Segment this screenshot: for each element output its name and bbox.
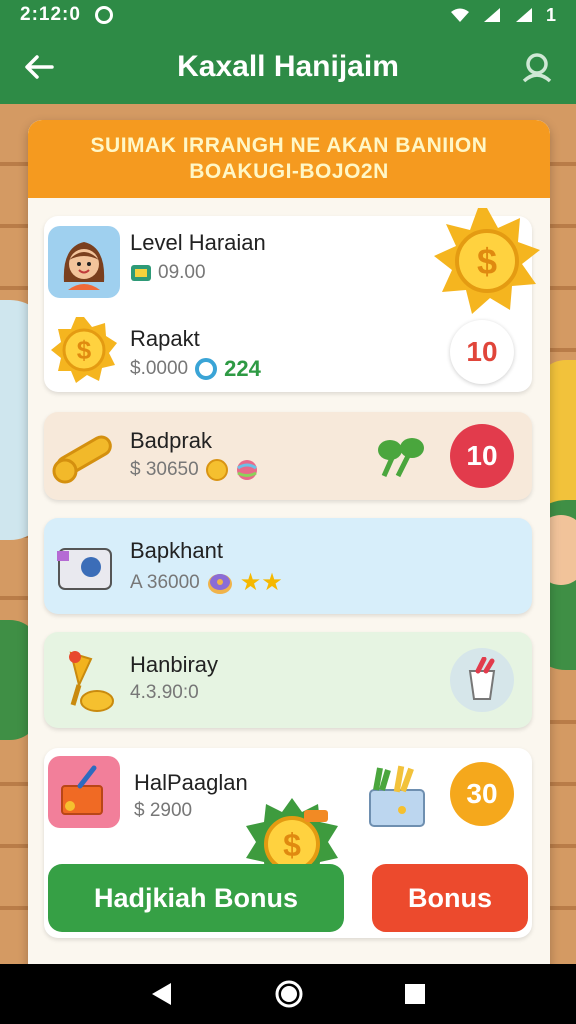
item-value: 09.00	[158, 262, 206, 283]
item-name: HalPaaglan	[134, 770, 248, 795]
back-button[interactable]	[22, 50, 56, 84]
signal-icon	[483, 8, 500, 22]
ticket-icon	[131, 265, 151, 281]
sun-coin-icon: $	[434, 208, 540, 314]
reward-card[interactable]: Badprak $ 30650 10	[44, 412, 532, 500]
reward-badge: 10	[450, 424, 514, 488]
wifi-icon	[450, 8, 469, 22]
item-value-row: 4.3.90:0	[130, 682, 199, 704]
item-name: Rapakt	[130, 326, 200, 351]
girl-avatar-icon	[48, 226, 120, 298]
item-name: Badprak	[130, 428, 212, 453]
cup-icon	[468, 657, 496, 700]
item-name: Hanbiray	[130, 652, 219, 677]
svg-text:$: $	[477, 241, 497, 282]
coin-icon: $	[48, 314, 120, 386]
item-value-row: $.0000 224	[130, 356, 261, 382]
reward-card[interactable]: Hanbiray 4.3.90:0	[44, 632, 532, 728]
item-value: $ 30650	[130, 459, 199, 480]
signal-icon	[515, 8, 532, 22]
key-icon	[48, 420, 120, 492]
maracas-icon	[378, 438, 424, 478]
reward-badge: 30	[450, 762, 514, 826]
page-title: Kaxall Hanijaim	[177, 50, 399, 83]
item-value-row: 09.00	[130, 262, 206, 284]
status-time: 2:12:0	[20, 4, 81, 25]
svg-text:$: $	[283, 827, 301, 863]
claim-bonus-button[interactable]: Hadjkiah Bonus	[48, 864, 344, 932]
bonus-button[interactable]: Bonus	[372, 864, 528, 932]
svg-text:$: $	[77, 335, 92, 365]
banner-line-2: BOAKUGI-BOJO2N	[189, 160, 389, 183]
navigation-bar	[0, 964, 576, 1024]
status-bar: 2:12:0 1	[0, 0, 576, 30]
profile-button[interactable]	[520, 50, 554, 84]
user-icon	[522, 53, 552, 83]
item-value-row: $ 2900	[134, 800, 192, 822]
item-name: Bapkhant	[130, 538, 223, 563]
reward-card[interactable]: Bapkhant A 36000 ★★	[44, 518, 532, 614]
toolbox-icon	[48, 756, 120, 828]
battery-text: 1	[545, 4, 556, 25]
item-value: A 36000	[130, 571, 200, 593]
item-value: $.0000	[130, 358, 189, 379]
item-value: $ 2900	[134, 800, 193, 821]
cup-badge	[450, 648, 514, 712]
recents-nav-icon[interactable]	[403, 982, 427, 1006]
item-value-row: $ 30650	[130, 458, 259, 482]
ball-icon	[236, 460, 257, 480]
donut-icon	[207, 573, 232, 594]
arrow-left-icon	[25, 55, 54, 79]
trophy-icon	[52, 644, 124, 716]
status-icons: 1	[450, 5, 556, 26]
reward-card[interactable]: Level Haraian 09.00 $ $ Rapakt $.0000 22…	[44, 208, 540, 392]
home-nav-icon[interactable]	[274, 979, 304, 1009]
reward-badge: 10	[450, 320, 514, 384]
app-bar: Kaxall Hanijaim	[0, 30, 576, 104]
item-value: 4.3.90:0	[130, 682, 199, 703]
notification-icon	[94, 6, 113, 24]
panel-banner: SUIMAK IRRANGH NE AKAN BANIION BOAKUGI-B…	[28, 120, 550, 198]
item-extra-value: 224	[224, 356, 261, 381]
reward-panel: SUIMAK IRRANGH NE AKAN BANIION BOAKUGI-B…	[28, 120, 550, 980]
veggie-basket-icon	[369, 765, 425, 827]
coin-icon	[205, 459, 228, 481]
machine-icon	[52, 530, 124, 602]
stars-icon: ★★	[239, 569, 283, 596]
item-value-row: A 36000 ★★	[130, 568, 283, 597]
item-name: Level Haraian	[130, 230, 266, 255]
back-nav-icon[interactable]	[149, 981, 175, 1007]
gem-icon	[195, 358, 218, 380]
banner-line-1: SUIMAK IRRANGH NE AKAN BANIION	[90, 134, 488, 157]
